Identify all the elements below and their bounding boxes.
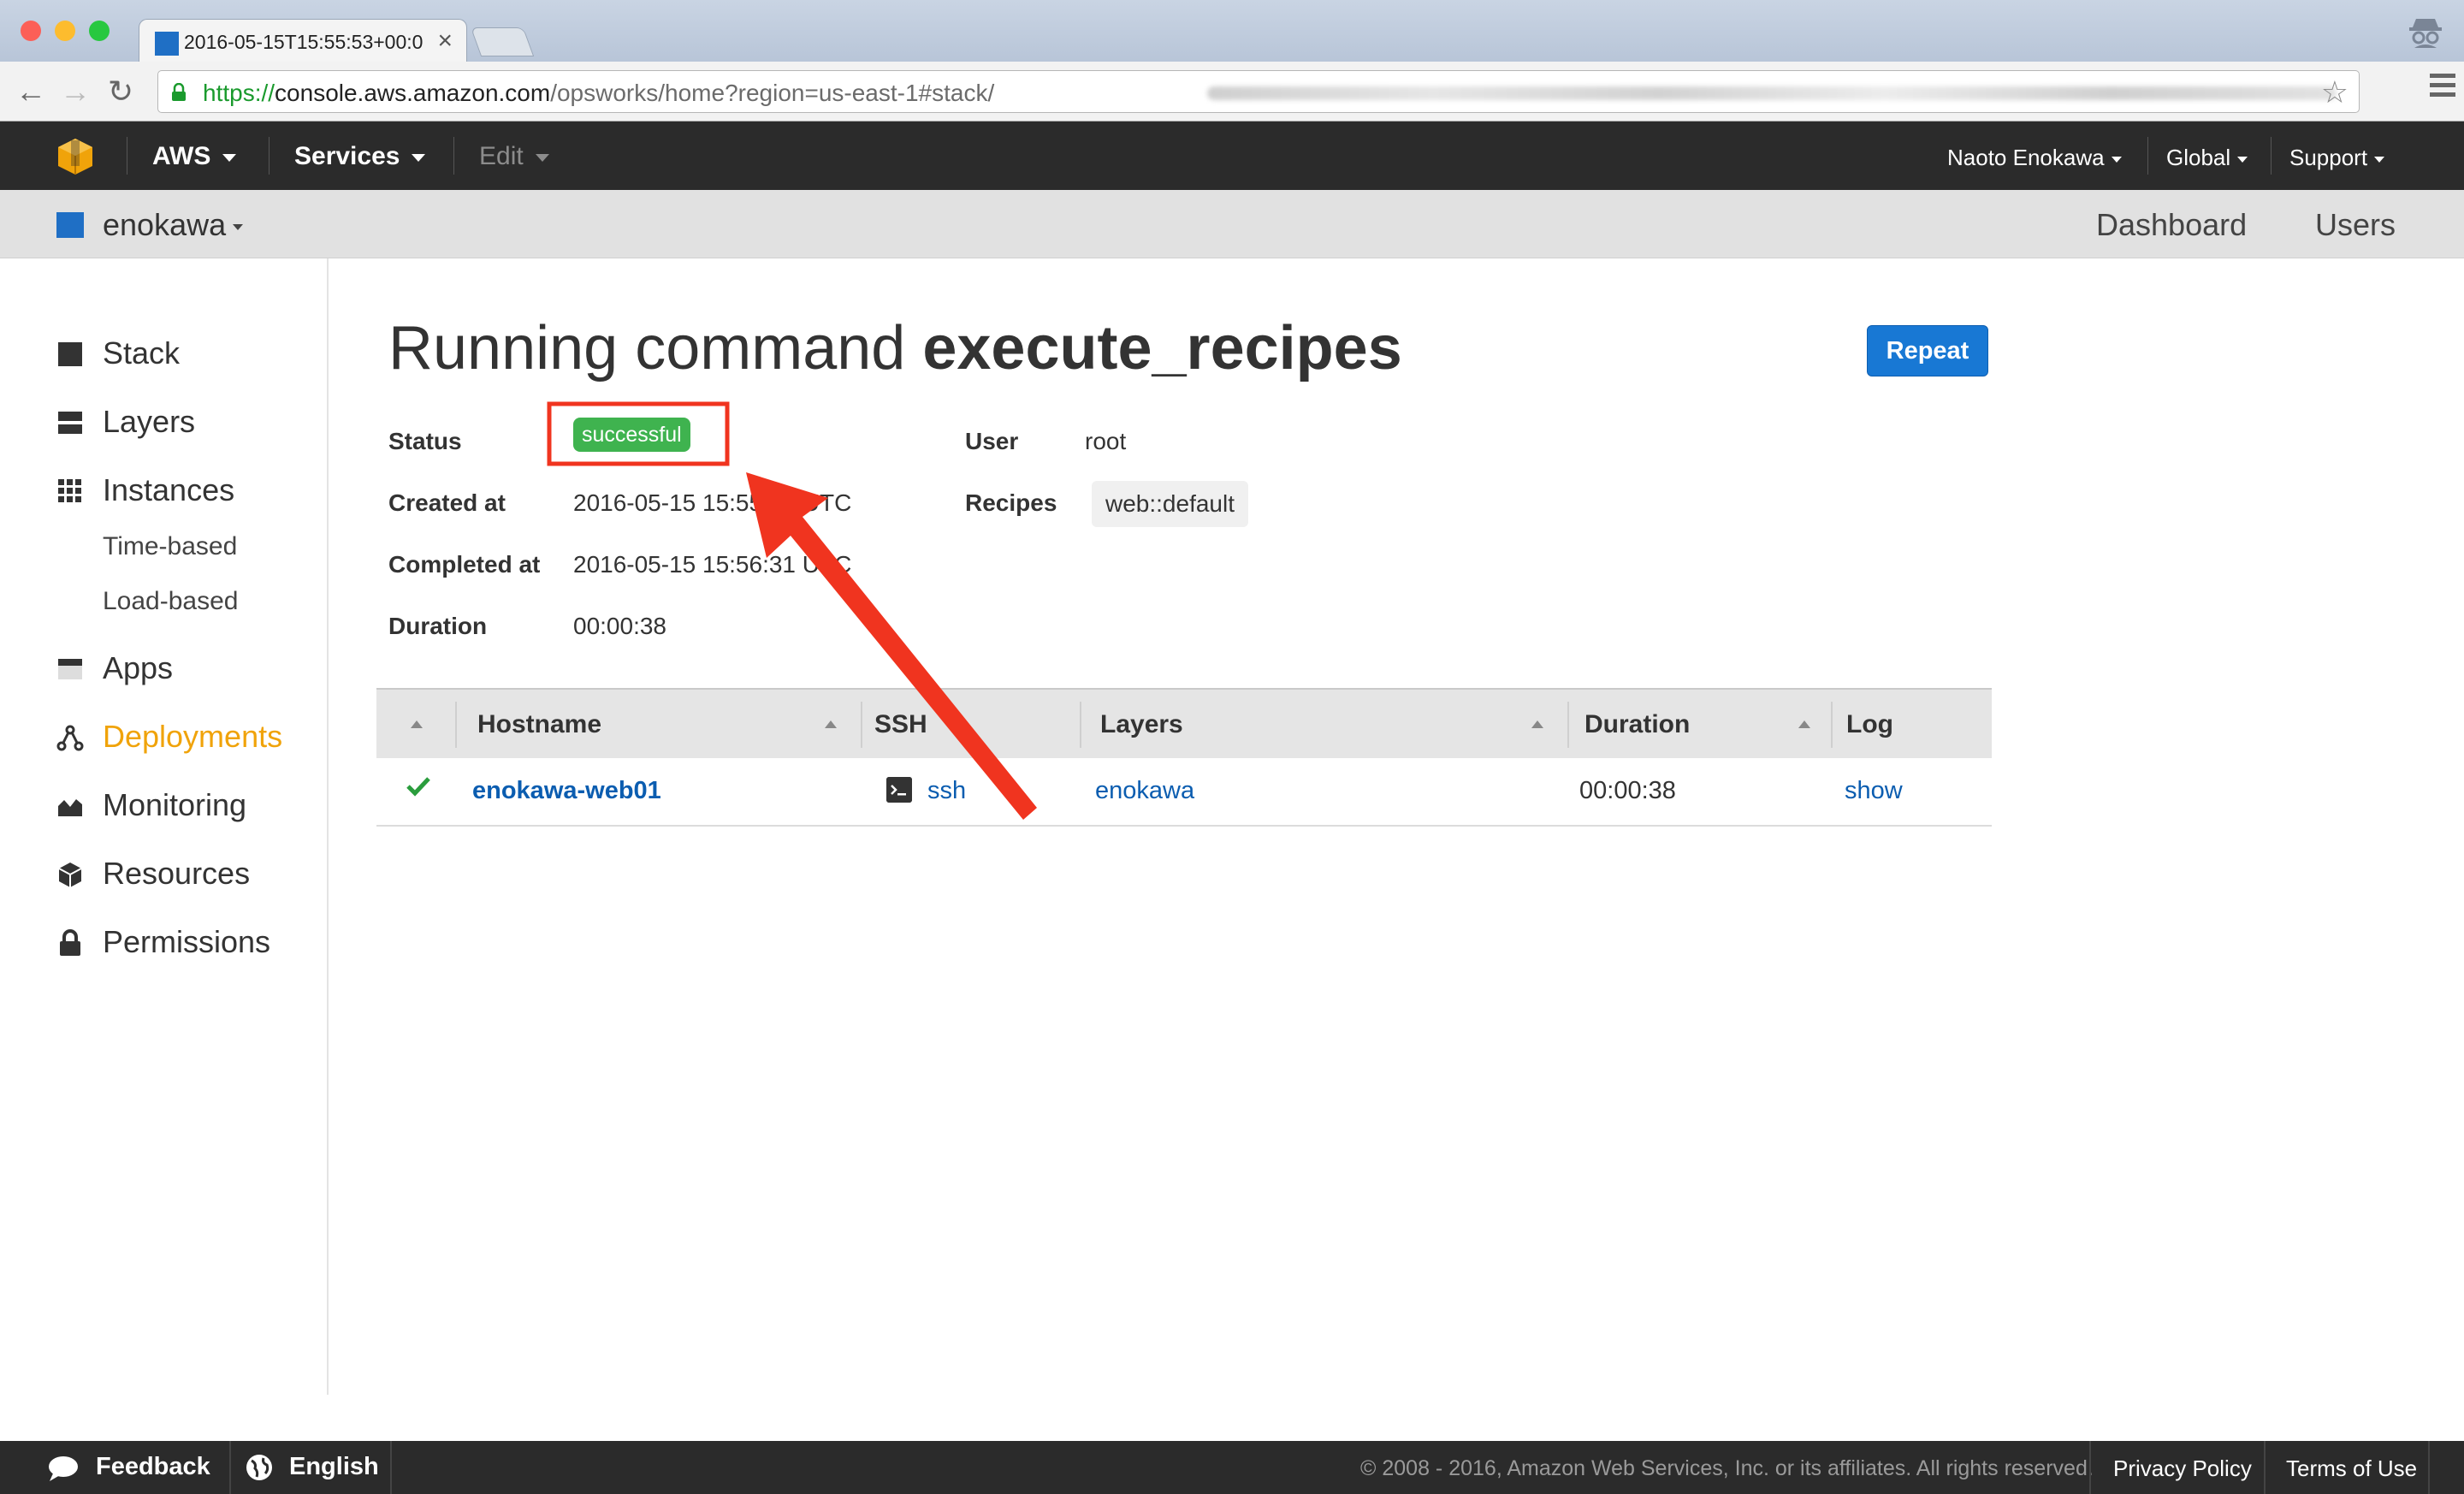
deployments-icon bbox=[56, 725, 84, 751]
ssh-link[interactable]: ssh bbox=[927, 777, 966, 805]
reload-icon[interactable]: ↻ bbox=[108, 72, 133, 111]
stack-selector[interactable]: enokawa bbox=[103, 207, 244, 243]
terms-of-use-link[interactable]: Terms of Use bbox=[2286, 1455, 2417, 1482]
completed-at-label: Completed at bbox=[388, 551, 541, 578]
created-at-label: Created at bbox=[388, 489, 506, 516]
browser-toolbar: ← → ↻ https://console.aws.amazon.com/ops… bbox=[0, 62, 2464, 122]
monitoring-icon bbox=[58, 799, 82, 816]
feedback-link[interactable]: Feedback bbox=[96, 1453, 210, 1481]
address-bar[interactable]: https://console.aws.amazon.com/opsworks/… bbox=[157, 70, 2360, 113]
url-text: https://console.aws.amazon.com/opsworks/… bbox=[203, 80, 995, 106]
close-window-button[interactable] bbox=[21, 21, 41, 41]
user-label: User bbox=[965, 428, 1019, 454]
aws-top-nav: AWS Services Edit Naoto Enokawa Global S… bbox=[0, 122, 2464, 190]
column-header-ssh[interactable]: SSH bbox=[874, 710, 927, 739]
table-header: Hostname SSH Layers Duration Log bbox=[376, 688, 1992, 758]
aws-menu[interactable]: AWS bbox=[152, 142, 237, 171]
status-label: Status bbox=[388, 428, 462, 454]
sidebar-subitem-time-based[interactable]: Time-based bbox=[103, 532, 237, 561]
edit-menu[interactable]: Edit bbox=[479, 142, 549, 171]
language-selector[interactable]: English bbox=[289, 1453, 379, 1481]
new-tab-button[interactable] bbox=[470, 27, 535, 56]
incognito-icon bbox=[2409, 19, 2442, 48]
globe-icon bbox=[246, 1455, 272, 1480]
sort-status-icon[interactable] bbox=[411, 720, 423, 728]
lock-icon bbox=[60, 929, 80, 956]
close-tab-icon[interactable]: × bbox=[437, 27, 453, 56]
stack-color-icon bbox=[56, 212, 84, 238]
layer-link[interactable]: enokawa bbox=[1095, 777, 1194, 805]
completed-at-value: 2016-05-15 15:56:31 UTC bbox=[573, 551, 852, 578]
column-header-duration[interactable]: Duration bbox=[1584, 710, 1690, 739]
instances-icon bbox=[58, 479, 81, 502]
copyright-text: © 2008 - 2016, Amazon Web Services, Inc.… bbox=[1360, 1456, 2094, 1480]
aws-cube-logo-icon[interactable] bbox=[56, 137, 94, 175]
duration-value: 00:00:38 bbox=[573, 613, 666, 639]
url-redacted-blur bbox=[1207, 86, 2337, 100]
secure-lock-icon bbox=[172, 83, 186, 101]
forward-arrow-icon[interactable]: → bbox=[60, 72, 91, 111]
apps-icon bbox=[58, 659, 82, 679]
tab-title: 2016-05-15T15:55:53+00:0 bbox=[184, 31, 424, 53]
sort-duration-icon[interactable] bbox=[1798, 720, 1810, 728]
stack-bar: enokawa Dashboard Users bbox=[0, 190, 2464, 258]
table-row: enokawa-web01 ssh enokawa 00:00:38 show bbox=[376, 758, 1992, 827]
user-menu[interactable]: Naoto Enokawa bbox=[1947, 145, 2122, 171]
repeat-button[interactable]: Repeat bbox=[1867, 325, 1988, 376]
footer: Feedback English © 2008 - 2016, Amazon W… bbox=[0, 1441, 2464, 1494]
region-menu[interactable]: Global bbox=[2166, 145, 2248, 171]
status-badge: successful bbox=[573, 418, 690, 452]
minimize-window-button[interactable] bbox=[55, 21, 75, 41]
terminal-icon bbox=[886, 777, 912, 803]
users-link[interactable]: Users bbox=[2315, 207, 2396, 243]
user-value: root bbox=[1085, 428, 1127, 454]
sort-layers-icon[interactable] bbox=[1531, 720, 1543, 728]
layers-icon bbox=[58, 412, 82, 434]
page-title: Running command execute_recipes bbox=[388, 314, 1402, 382]
browser-tab-bar: 2016-05-15T15:55:53+00:0 × bbox=[0, 0, 2464, 63]
support-menu[interactable]: Support bbox=[2289, 145, 2385, 171]
column-header-hostname[interactable]: Hostname bbox=[477, 710, 601, 739]
sidebar: Stack Layers Instances Time-based Load-b… bbox=[0, 258, 329, 1395]
back-arrow-icon[interactable]: ← bbox=[15, 72, 46, 111]
column-header-layers[interactable]: Layers bbox=[1100, 710, 1183, 739]
hostname-link[interactable]: enokawa-web01 bbox=[472, 777, 661, 805]
feedback-bubble-icon bbox=[49, 1456, 78, 1481]
row-duration: 00:00:38 bbox=[1579, 777, 1676, 804]
favicon-icon bbox=[155, 32, 179, 56]
recipes-label: Recipes bbox=[965, 489, 1057, 516]
maximize-window-button[interactable] bbox=[89, 21, 110, 41]
browser-menu-icon[interactable] bbox=[2430, 74, 2455, 102]
privacy-policy-link[interactable]: Privacy Policy bbox=[2113, 1455, 2252, 1482]
log-show-link[interactable]: show bbox=[1845, 777, 1903, 805]
bookmark-star-icon[interactable]: ☆ bbox=[2321, 74, 2348, 110]
browser-tab[interactable]: 2016-05-15T15:55:53+00:0 × bbox=[139, 19, 467, 63]
stack-icon bbox=[58, 342, 82, 366]
sidebar-subitem-load-based[interactable]: Load-based bbox=[103, 587, 238, 616]
resources-icon bbox=[58, 863, 82, 887]
services-menu[interactable]: Services bbox=[294, 142, 426, 171]
sort-hostname-icon[interactable] bbox=[825, 720, 837, 728]
dashboard-link[interactable]: Dashboard bbox=[2096, 207, 2247, 243]
recipe-tag: web::default bbox=[1092, 481, 1248, 527]
column-header-log[interactable]: Log bbox=[1846, 710, 1893, 739]
created-at-value: 2016-05-15 15:55:53 UTC bbox=[573, 489, 852, 516]
duration-label: Duration bbox=[388, 613, 488, 639]
check-icon bbox=[406, 777, 430, 797]
